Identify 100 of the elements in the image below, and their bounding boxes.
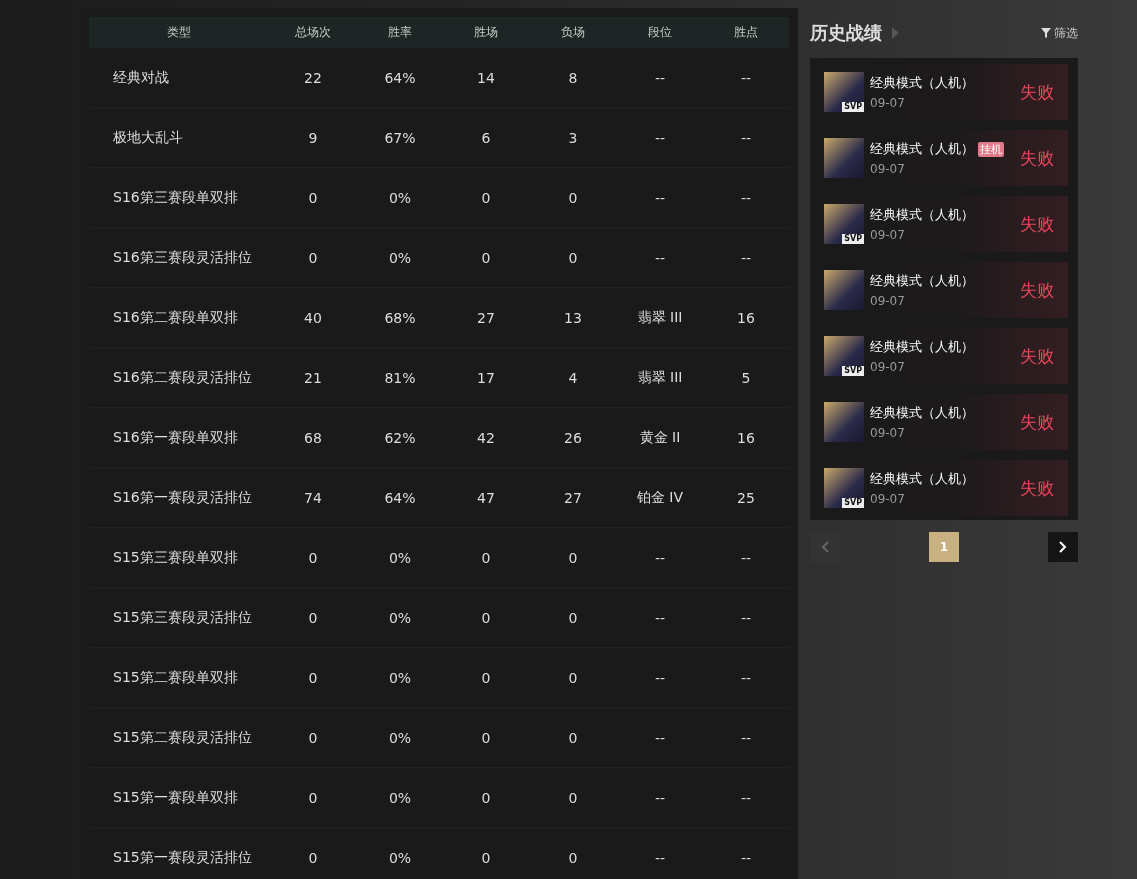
match-result: 失败 — [1020, 80, 1054, 104]
table-cell-text: -- — [653, 609, 667, 626]
table-cell-text: S15第一赛段灵活排位 — [112, 848, 253, 867]
table-cell-text: 0 — [480, 849, 492, 866]
table-cell-text: 5 — [740, 369, 752, 386]
table-cell-text: 27 — [563, 489, 583, 506]
table-cell-text: -- — [739, 69, 753, 86]
table-cell-text: -- — [653, 849, 667, 866]
table-cell-text: 3 — [567, 129, 579, 146]
table-cell-text: 0 — [307, 849, 319, 866]
table-cell-text: 17 — [476, 369, 496, 386]
table-cell-text: -- — [739, 669, 753, 686]
caret-icon[interactable] — [892, 27, 899, 39]
table-cell-text: 0% — [387, 729, 413, 746]
match-result: 失败 — [1020, 476, 1054, 500]
table-cell-text: 0 — [480, 189, 492, 206]
table-cell-text: 0 — [307, 189, 319, 206]
svp-badge: SVP — [842, 102, 864, 112]
table-cell-text: 21 — [303, 369, 323, 386]
avatar-placeholder — [824, 138, 864, 178]
table-cell-text: 4 — [567, 369, 579, 386]
match-result: 失败 — [1020, 212, 1054, 236]
table-cell-text: -- — [653, 69, 667, 86]
table-cell-text: -- — [739, 249, 753, 266]
table-cell-text: 0 — [480, 729, 492, 746]
match-mode: 经典模式（人机） — [870, 470, 974, 488]
column-header: 胜场 — [473, 24, 499, 41]
table-cell-text: 0 — [307, 789, 319, 806]
table-cell-text: 68% — [383, 309, 417, 326]
table-cell-text: -- — [653, 789, 667, 806]
table-cell-text: S15第三赛段灵活排位 — [112, 608, 253, 627]
table-cell-text: 27 — [476, 309, 496, 326]
table-cell-text: S15第三赛段单双排 — [112, 548, 239, 567]
table-cell-text: 翡翠 III — [636, 308, 684, 327]
column-header: 总场次 — [294, 24, 332, 41]
match-mode: 经典模式（人机） — [870, 272, 974, 290]
table-cell-text: 8 — [567, 69, 579, 86]
table-cell-text: 黄金 II — [638, 428, 682, 447]
chevron-right-icon — [1059, 541, 1067, 553]
table-cell-text: S16第三赛段单双排 — [112, 188, 239, 207]
match-date: 09-07 — [870, 360, 906, 374]
match-date: 09-07 — [870, 96, 906, 110]
match-result: 失败 — [1020, 146, 1054, 170]
table-cell-text: 68 — [303, 429, 323, 446]
table-cell-text: 0% — [387, 549, 413, 566]
table-cell-text: 0% — [387, 849, 413, 866]
table-cell-text: -- — [653, 129, 667, 146]
table-cell-text: -- — [739, 729, 753, 746]
table-cell-text: S15第二赛段灵活排位 — [112, 728, 253, 747]
match-result: 失败 — [1020, 410, 1054, 434]
table-cell-text: 81% — [383, 369, 417, 386]
table-cell-text: -- — [739, 549, 753, 566]
table-cell-text: 14 — [476, 69, 496, 86]
table-cell-text: S16第二赛段灵活排位 — [112, 368, 253, 387]
table-cell-text: 64% — [383, 69, 417, 86]
table-cell-text: S16第一赛段灵活排位 — [112, 488, 253, 507]
table-cell-text: 翡翠 III — [636, 368, 684, 387]
match-mode: 经典模式（人机） — [870, 338, 974, 356]
table-cell-text: 0 — [307, 609, 319, 626]
table-cell-text: -- — [653, 729, 667, 746]
table-cell-text: 经典对战 — [112, 68, 170, 87]
match-result: 失败 — [1020, 344, 1054, 368]
match-mode: 经典模式（人机） — [870, 140, 974, 158]
chevron-left-icon — [821, 541, 829, 553]
table-cell-text: -- — [653, 189, 667, 206]
next-page-button[interactable] — [1048, 532, 1078, 562]
table-cell-text: -- — [739, 189, 753, 206]
table-cell-text: 0 — [307, 249, 319, 266]
table-cell-text: 0% — [387, 609, 413, 626]
match-date: 09-07 — [870, 426, 906, 440]
table-cell-text: 0 — [567, 249, 579, 266]
svp-badge: SVP — [842, 498, 864, 508]
match-mode: 经典模式（人机） — [870, 74, 974, 92]
table-cell-text: 25 — [736, 489, 756, 506]
table-cell-text: 40 — [303, 309, 323, 326]
table-cell-text: -- — [739, 129, 753, 146]
table-cell-text: 0 — [480, 249, 492, 266]
table-cell-text: 0 — [567, 189, 579, 206]
table-cell-text: 64% — [383, 489, 417, 506]
table-cell-text: 0 — [567, 669, 579, 686]
history-title: 历史战绩 — [810, 21, 882, 45]
table-cell-text: 22 — [303, 69, 323, 86]
table-cell-text: 0 — [567, 609, 579, 626]
table-cell-text: -- — [653, 549, 667, 566]
match-date: 09-07 — [870, 492, 906, 506]
table-cell-text: -- — [653, 669, 667, 686]
table-cell-text: 16 — [736, 309, 756, 326]
table-cell-text: 铂金 IV — [635, 488, 685, 507]
table-cell-text: 47 — [476, 489, 496, 506]
filter-button[interactable]: 筛选 — [1041, 24, 1078, 42]
svp-badge: SVP — [842, 234, 864, 244]
table-cell-text: 16 — [736, 429, 756, 446]
table-cell-text: -- — [653, 249, 667, 266]
table-cell-text: S15第二赛段单双排 — [112, 668, 239, 687]
table-cell-text: 26 — [563, 429, 583, 446]
match-mode: 经典模式（人机） — [870, 206, 974, 224]
table-cell-text: 0 — [567, 789, 579, 806]
table-cell-text: 0% — [387, 249, 413, 266]
table-cell-text: 67% — [383, 129, 417, 146]
table-cell-text: -- — [739, 609, 753, 626]
